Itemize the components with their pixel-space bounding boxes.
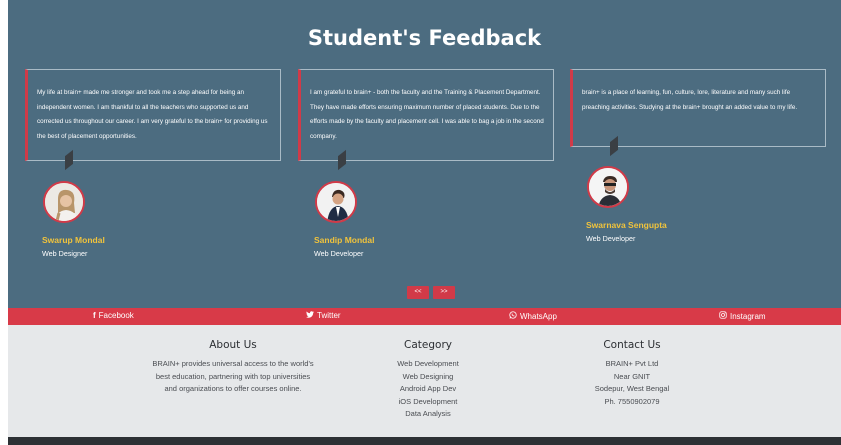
person-photo-icon bbox=[45, 183, 83, 221]
feedback-quote-box: My life at brain+ made me stronger and t… bbox=[25, 69, 281, 161]
next-button[interactable]: >> bbox=[433, 286, 455, 299]
social-bar: f Facebook Twitter WhatsApp Instagram bbox=[8, 308, 841, 325]
feedback-card: I am grateful to brain+ - both the facul… bbox=[298, 69, 554, 171]
category-link[interactable]: Web Development bbox=[368, 358, 488, 371]
feedback-quote-box: I am grateful to brain+ - both the facul… bbox=[298, 69, 554, 161]
copyright-bar bbox=[8, 437, 841, 445]
feedback-card: My life at brain+ made me stronger and t… bbox=[25, 69, 281, 171]
twitter-label: Twitter bbox=[317, 311, 341, 320]
student-role: Web Developer bbox=[586, 234, 636, 243]
site-footer: About Us BRAIN+ provides universal acces… bbox=[8, 325, 841, 437]
instagram-link[interactable]: Instagram bbox=[719, 311, 766, 321]
facebook-icon: f bbox=[93, 311, 96, 320]
instagram-label: Instagram bbox=[730, 311, 766, 321]
prev-button[interactable]: << bbox=[407, 286, 429, 299]
about-line: best education, partnering with top univ… bbox=[155, 371, 311, 381]
facebook-label: Facebook bbox=[98, 311, 134, 320]
category-title: Category bbox=[404, 339, 452, 351]
contact-info: BRAIN+ Pvt Ltd Near GNIT Sodepur, West B… bbox=[572, 358, 692, 408]
feedback-quote-text: brain+ is a place of learning, fun, cult… bbox=[582, 89, 798, 111]
category-link[interactable]: Data Analysis bbox=[368, 408, 488, 421]
student-role: Web Developer bbox=[314, 249, 364, 258]
about-text: BRAIN+ provides universal access to the … bbox=[108, 358, 358, 396]
feedback-section: Student's Feedback My life at brain+ mad… bbox=[8, 0, 841, 308]
student-name: Swarnava Sengupta bbox=[586, 220, 667, 230]
contact-line: Ph. 7550902079 bbox=[604, 396, 660, 406]
facebook-link[interactable]: f Facebook bbox=[93, 311, 134, 320]
feedback-card: brain+ is a place of learning, fun, cult… bbox=[570, 69, 826, 157]
category-link[interactable]: Android App Dev bbox=[368, 383, 488, 396]
avatar bbox=[315, 181, 357, 223]
about-title: About Us bbox=[209, 339, 257, 351]
person-photo-icon bbox=[317, 183, 355, 221]
contact-line: BRAIN+ Pvt Ltd bbox=[605, 359, 659, 368]
about-line: and organizations to offer courses onlin… bbox=[164, 384, 302, 393]
category-list: Web Development Web Designing Android Ap… bbox=[368, 358, 488, 421]
contact-line: Near GNIT bbox=[613, 371, 651, 381]
avatar bbox=[587, 166, 629, 208]
category-link[interactable]: iOS Development bbox=[368, 396, 488, 409]
feedback-quote-text: My life at brain+ made me stronger and t… bbox=[37, 89, 268, 140]
whatsapp-link[interactable]: WhatsApp bbox=[509, 311, 557, 321]
section-title: Student's Feedback bbox=[307, 26, 542, 50]
feedback-quote-box: brain+ is a place of learning, fun, cult… bbox=[570, 69, 826, 147]
student-name: Sandip Mondal bbox=[314, 235, 375, 245]
avatar bbox=[43, 181, 85, 223]
category-link[interactable]: Web Designing bbox=[368, 371, 488, 384]
student-role: Web Designer bbox=[42, 249, 88, 258]
instagram-icon bbox=[719, 311, 727, 321]
page-left-margin bbox=[0, 0, 8, 445]
person-photo-icon bbox=[589, 168, 627, 206]
whatsapp-label: WhatsApp bbox=[520, 311, 557, 321]
twitter-link[interactable]: Twitter bbox=[306, 311, 341, 320]
contact-line: Sodepur, West Bengal bbox=[594, 384, 670, 393]
twitter-icon bbox=[306, 311, 314, 320]
about-line: BRAIN+ provides universal access to the … bbox=[152, 359, 314, 368]
student-name: Swarup Mondal bbox=[42, 235, 105, 245]
whatsapp-icon bbox=[509, 311, 517, 321]
contact-title: Contact Us bbox=[603, 339, 661, 351]
feedback-quote-text: I am grateful to brain+ - both the facul… bbox=[310, 89, 544, 140]
